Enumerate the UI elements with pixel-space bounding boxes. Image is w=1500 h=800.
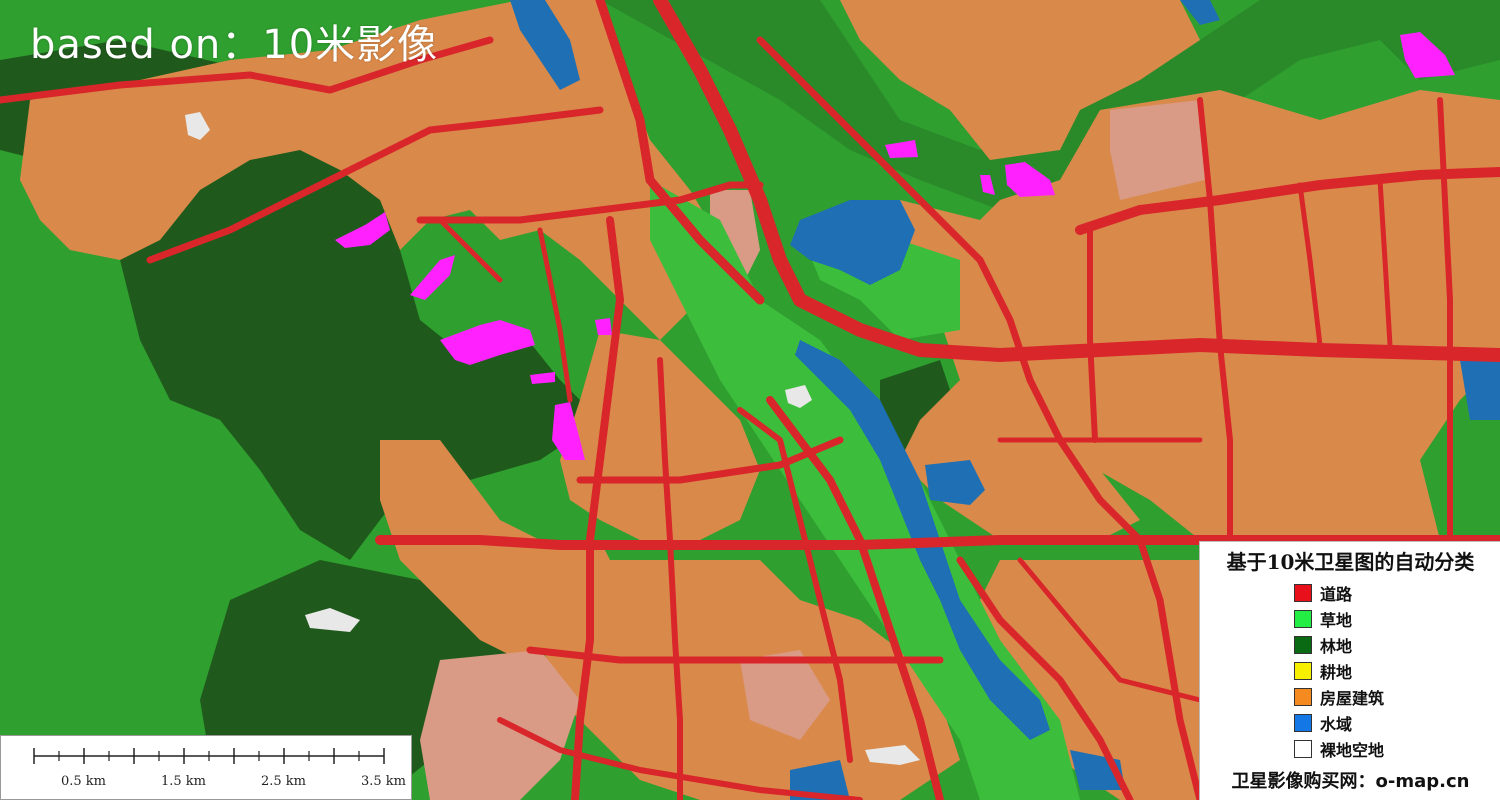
legend-item-water: 水域 (1294, 710, 1384, 736)
scale-bar: 0.5 km 1.5 km 2.5 km 3.5 km (0, 735, 412, 800)
legend-label-buildings: 房屋建筑 (1320, 689, 1385, 708)
legend-item-grassland: 草地 (1294, 606, 1384, 632)
legend-item-forest: 林地 (1294, 632, 1384, 658)
legend-swatch-buildings (1294, 688, 1312, 706)
legend-label-bare-land: 裸地空地 (1320, 741, 1385, 760)
scale-bar-graphic (33, 748, 385, 764)
scale-label-1-5: 1.5 km (161, 774, 207, 789)
legend-swatch-bare-land (1294, 740, 1312, 758)
legend-label-water: 水域 (1320, 715, 1353, 734)
classification-map[interactable]: based on：10米影像 0.5 km 1.5 km 2.5 km 3.5 … (0, 0, 1500, 800)
legend-label-road: 道路 (1320, 585, 1353, 604)
legend-label-forest: 林地 (1320, 637, 1353, 656)
legend-label-grassland: 草地 (1320, 611, 1353, 630)
map-legend: 基于10米卫星图的自动分类 道路 草地 林地 耕地 房屋建筑 水域 裸地空地 卫… (1199, 541, 1500, 800)
legend-items: 道路 草地 林地 耕地 房屋建筑 水域 裸地空地 (1294, 580, 1384, 762)
map-overlay-title: based on：10米影像 (30, 22, 439, 68)
legend-swatch-farmland (1294, 662, 1312, 680)
legend-swatch-grassland (1294, 610, 1312, 628)
legend-title: 基于10米卫星图的自动分类 (1226, 550, 1475, 574)
scale-label-0-5: 0.5 km (61, 774, 107, 789)
legend-item-road: 道路 (1294, 580, 1384, 606)
legend-item-buildings: 房屋建筑 (1294, 684, 1384, 710)
scale-label-2-5: 2.5 km (261, 774, 307, 789)
legend-item-bare-land: 裸地空地 (1294, 736, 1384, 762)
legend-swatch-forest (1294, 636, 1312, 654)
legend-footer-credit: 卫星影像购买网：o-map.cn (1231, 771, 1470, 792)
legend-item-farmland: 耕地 (1294, 658, 1384, 684)
legend-swatch-water (1294, 714, 1312, 732)
scale-label-3-5: 3.5 km (361, 774, 407, 789)
legend-swatch-road (1294, 584, 1312, 602)
legend-label-farmland: 耕地 (1320, 663, 1353, 682)
